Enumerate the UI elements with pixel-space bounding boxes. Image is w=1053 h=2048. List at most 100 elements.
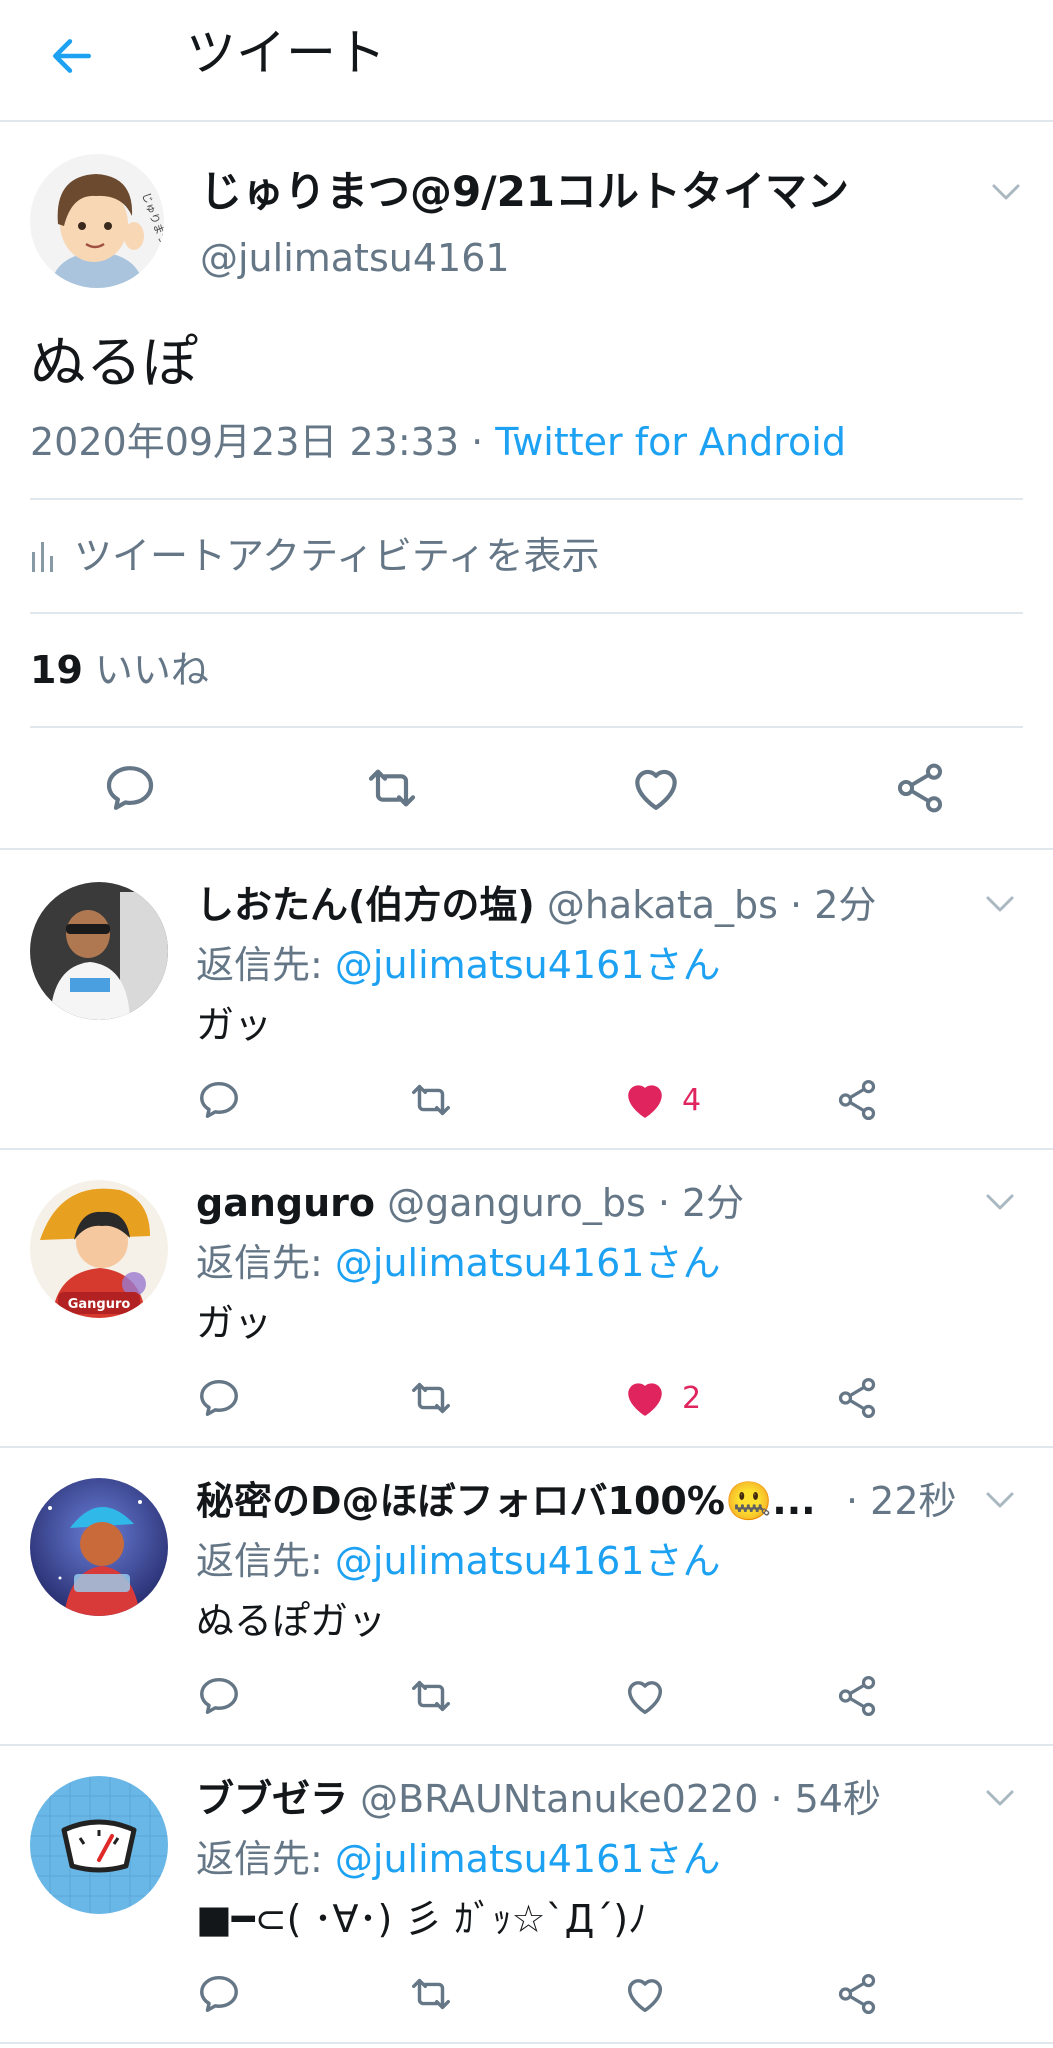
- heart-filled-icon: [622, 1375, 668, 1421]
- tweet-text: ぬるぽ: [30, 331, 198, 396]
- reply-author-name[interactable]: 秘密のD@ほぼフォロバ100%🤐...: [196, 1479, 816, 1523]
- reply-time: · 22秒: [846, 1479, 957, 1523]
- reply-author-name[interactable]: しおたん(伯方の塩): [196, 883, 535, 927]
- reply-button[interactable]: [196, 1966, 242, 2022]
- more-options-button[interactable]: [982, 886, 1022, 926]
- avatar[interactable]: Ganguro: [30, 1180, 168, 1318]
- reply-time: · 54秒: [758, 1777, 881, 1821]
- reply-to-label: 返信先:: [196, 1539, 335, 1583]
- avatar-label: Ganguro: [68, 1297, 131, 1312]
- reply-text: ガッ: [196, 1301, 273, 1345]
- tweet-action-bar: [0, 730, 1053, 850]
- share-button[interactable]: [834, 1668, 880, 1724]
- reply-button[interactable]: [196, 1072, 242, 1128]
- like-button[interactable]: 4: [622, 1072, 701, 1128]
- avatar[interactable]: [30, 1478, 168, 1616]
- retweet-icon: [408, 1077, 454, 1123]
- reply-time: · 2分: [777, 883, 877, 927]
- page-title: ツイート: [186, 24, 386, 82]
- heart-icon: [622, 1673, 668, 1719]
- like-button[interactable]: [622, 1966, 668, 2022]
- share-icon: [834, 1673, 880, 1719]
- like-count: 2: [682, 1380, 702, 1416]
- avatar[interactable]: [30, 882, 168, 1020]
- share-button[interactable]: [834, 1072, 880, 1128]
- reply-author-handle[interactable]: @BRAUNtanuke0220: [360, 1777, 758, 1821]
- like-count: 4: [682, 1082, 702, 1118]
- reply-button[interactable]: [196, 1668, 242, 1724]
- more-options-button[interactable]: [988, 174, 1028, 214]
- chevron-down-icon: [982, 1780, 1018, 1816]
- share-icon: [892, 760, 948, 816]
- bar-chart-icon: [32, 542, 53, 572]
- reply-icon: [196, 1971, 242, 2017]
- chevron-down-icon: [982, 1482, 1018, 1518]
- reply-text: ■━⊂( ･∀･) 彡 ｶﾞｯ☆`Д´)ﾉ: [196, 1897, 648, 1941]
- author-handle[interactable]: @julimatsu4161: [200, 230, 510, 286]
- retweet-icon: [364, 760, 420, 816]
- like-button[interactable]: [622, 1668, 668, 1724]
- heart-icon: [628, 760, 684, 816]
- reply-button[interactable]: [98, 756, 162, 820]
- reply-tweet[interactable]: 秘密のD@ほぼフォロバ100%🤐... · 22秒 返信先: @julimats…: [0, 1448, 1053, 1746]
- retweet-icon: [408, 1971, 454, 2017]
- reply-button[interactable]: [196, 1370, 242, 1426]
- share-button[interactable]: [834, 1966, 880, 2022]
- reply-author-name[interactable]: ganguro: [196, 1181, 375, 1225]
- chevron-down-icon: [988, 174, 1024, 210]
- reply-text: ガッ: [196, 1003, 273, 1047]
- reply-to-label: 返信先:: [196, 943, 335, 987]
- retweet-button[interactable]: [408, 1370, 454, 1426]
- tweet-source-link[interactable]: Twitter for Android: [495, 420, 846, 464]
- share-button[interactable]: [834, 1370, 880, 1426]
- reply-tweet[interactable]: Ganguro ganguro @ganguro_bs · 2分 返信先: @j…: [0, 1150, 1053, 1448]
- reply-to-mention[interactable]: @julimatsu4161さん: [335, 1539, 721, 1583]
- reply-tweet[interactable]: ブブゼラ @BRAUNtanuke0220 · 54秒 返信先: @julima…: [0, 1746, 1053, 2044]
- share-button[interactable]: [888, 756, 952, 820]
- more-options-button[interactable]: [982, 1780, 1022, 1820]
- retweet-button[interactable]: [360, 756, 424, 820]
- reply-header: しおたん(伯方の塩) @hakata_bs · 2分: [196, 876, 876, 934]
- top-app-bar: ツイート: [0, 0, 1053, 122]
- replying-to: 返信先: @julimatsu4161さん: [196, 1830, 720, 1888]
- reply-to-mention[interactable]: @julimatsu4161さん: [335, 1837, 721, 1881]
- likes-count[interactable]: 19 いいね: [30, 642, 209, 698]
- reply-icon: [196, 1077, 242, 1123]
- like-count-value: 19: [30, 648, 83, 692]
- replying-to: 返信先: @julimatsu4161さん: [196, 1234, 720, 1292]
- reply-icon: [196, 1375, 242, 1421]
- reply-header: ganguro @ganguro_bs · 2分: [196, 1174, 744, 1232]
- back-button[interactable]: [40, 24, 104, 88]
- replying-to: 返信先: @julimatsu4161さん: [196, 1532, 720, 1590]
- main-tweet: じゅりまつ じゅりまつ@9/21コルトタイマン @julimatsu4161 ぬ…: [0, 124, 1053, 850]
- reply-to-mention[interactable]: @julimatsu4161さん: [335, 1241, 721, 1285]
- reply-to-label: 返信先:: [196, 1241, 335, 1285]
- reply-action-bar: [0, 1966, 1053, 2022]
- like-button[interactable]: [624, 756, 688, 820]
- reply-action-bar: 2: [0, 1370, 1053, 1426]
- chevron-down-icon: [982, 886, 1018, 922]
- retweet-button[interactable]: [408, 1668, 454, 1724]
- reply-author-handle[interactable]: @ganguro_bs: [387, 1181, 646, 1225]
- reply-action-bar: 4: [0, 1072, 1053, 1128]
- reply-header: ブブゼラ @BRAUNtanuke0220 · 54秒: [196, 1770, 881, 1828]
- reply-text: ぬるぽガッ: [196, 1599, 387, 1643]
- reply-author-handle[interactable]: @hakata_bs: [547, 883, 778, 927]
- like-button[interactable]: 2: [622, 1370, 701, 1426]
- share-icon: [834, 1375, 880, 1421]
- author-display-name[interactable]: じゅりまつ@9/21コルトタイマン: [200, 162, 849, 222]
- retweet-button[interactable]: [408, 1966, 454, 2022]
- meta-separator: ·: [459, 420, 496, 464]
- chevron-down-icon: [982, 1184, 1018, 1220]
- more-options-button[interactable]: [982, 1184, 1022, 1224]
- reply-tweet[interactable]: しおたん(伯方の塩) @hakata_bs · 2分 返信先: @julimat…: [0, 852, 1053, 1150]
- retweet-button[interactable]: [408, 1072, 454, 1128]
- more-options-button[interactable]: [982, 1482, 1022, 1522]
- reply-author-name[interactable]: ブブゼラ: [196, 1777, 348, 1821]
- heart-filled-icon: [622, 1077, 668, 1123]
- divider: [30, 612, 1023, 614]
- tweet-activity-link[interactable]: ツイートアクティビティを表示: [30, 528, 600, 584]
- reply-to-mention[interactable]: @julimatsu4161さん: [335, 943, 721, 987]
- avatar[interactable]: [30, 1776, 168, 1914]
- avatar[interactable]: じゅりまつ: [30, 154, 164, 288]
